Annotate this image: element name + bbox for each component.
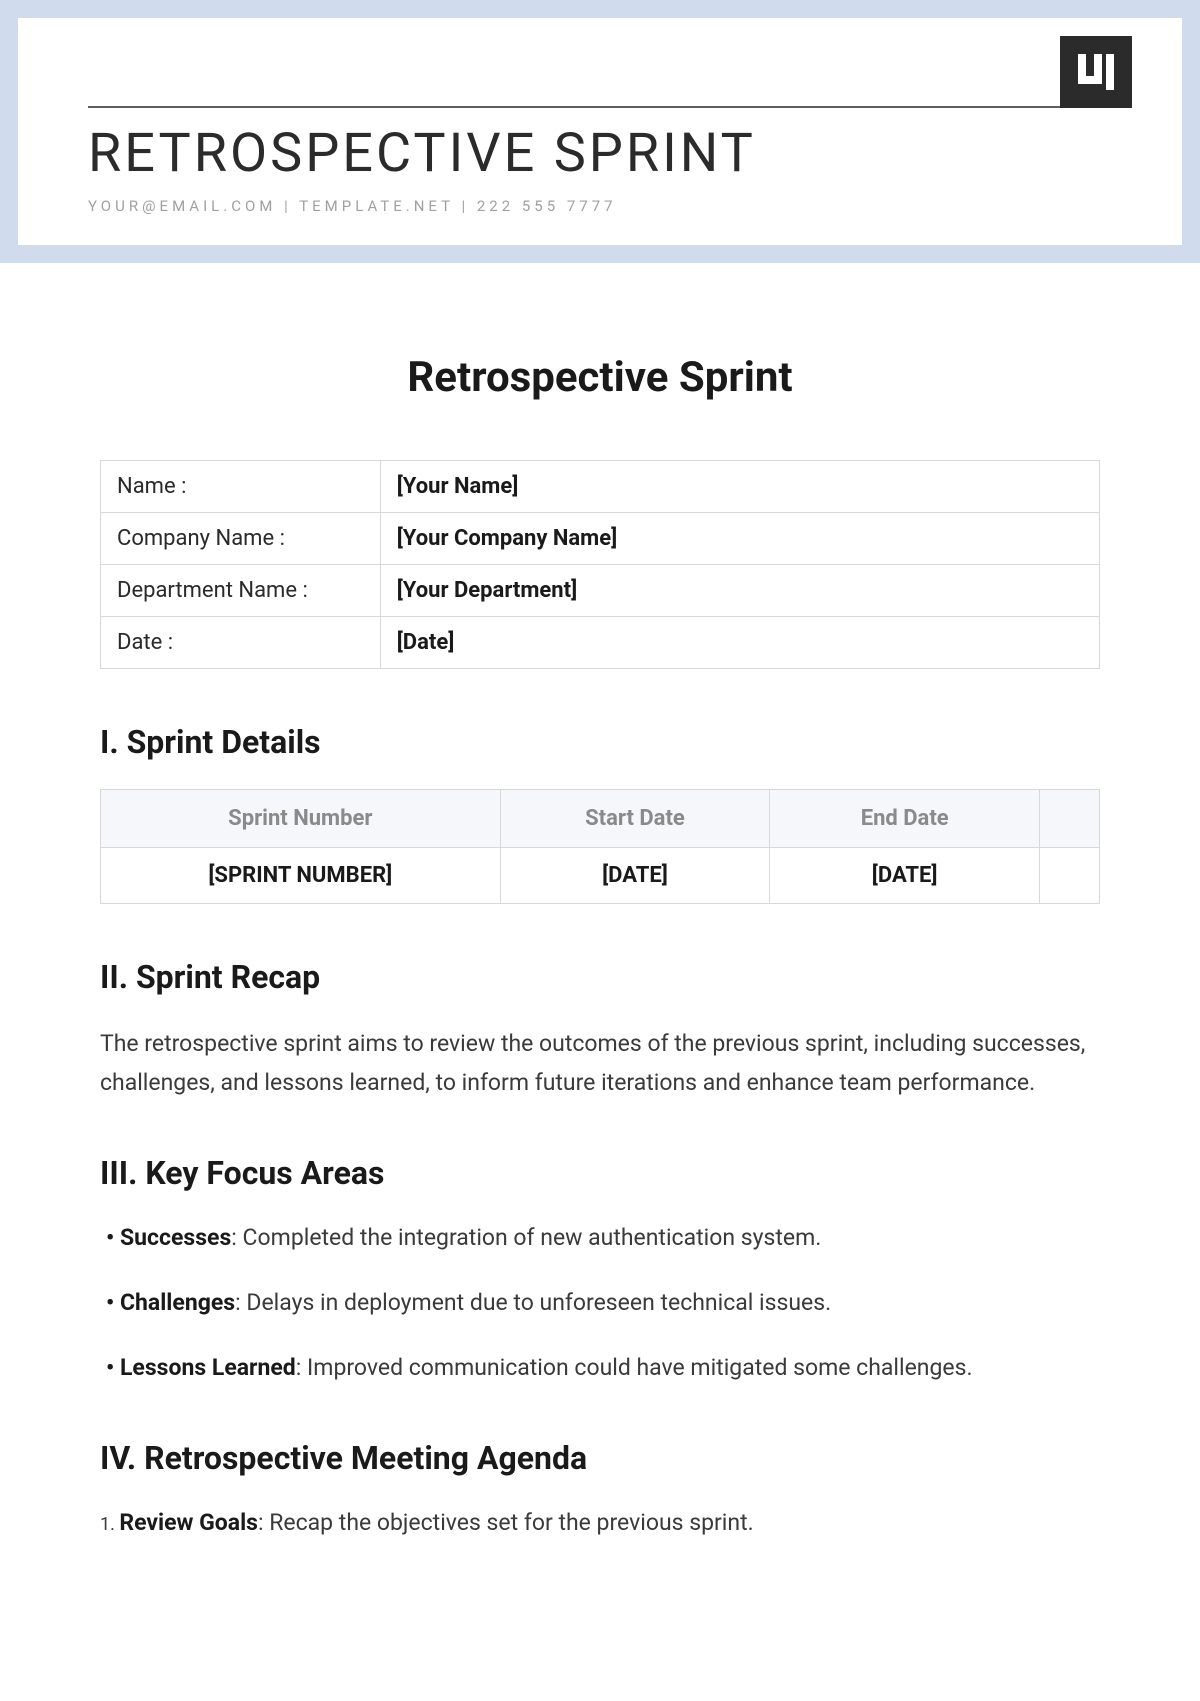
logo-icon [1060, 36, 1132, 108]
header-inner: RETROSPECTIVE SPRINT YOUR@EMAIL.COM | TE… [18, 18, 1182, 245]
list-item: Lessons Learned: Improved communication … [100, 1350, 1100, 1387]
list-item: Review Goals: Recap the objectives set f… [100, 1505, 1100, 1542]
spacer-cell [1040, 848, 1100, 904]
table-row: [SPRINT NUMBER] [DATE] [DATE] [101, 848, 1100, 904]
table-header-row: Sprint Number Start Date End Date [101, 790, 1100, 848]
info-label: Company Name : [101, 513, 381, 565]
page-title: Retrospective Sprint [100, 353, 1100, 402]
header-band: RETROSPECTIVE SPRINT YOUR@EMAIL.COM | TE… [0, 0, 1200, 263]
item-label: Review Goals [119, 1509, 258, 1536]
info-value: [Your Name] [380, 461, 1099, 513]
list-item: Challenges: Delays in deployment due to … [100, 1285, 1100, 1322]
section-heading-sprint-recap: II. Sprint Recap [100, 958, 1100, 996]
header-title: RETROSPECTIVE SPRINT [88, 122, 1132, 185]
cell-start-date: [DATE] [500, 848, 770, 904]
info-value: [Your Company Name] [380, 513, 1099, 565]
item-text: : Delays in deployment due to unforeseen… [235, 1289, 831, 1316]
table-row: Department Name : [Your Department] [101, 565, 1100, 617]
header-subtitle: YOUR@EMAIL.COM | TEMPLATE.NET | 222 555 … [88, 197, 1132, 215]
item-text: : Recap the objectives set for the previ… [258, 1509, 754, 1536]
cell-end-date: [DATE] [770, 848, 1040, 904]
table-row: Date : [Date] [101, 617, 1100, 669]
item-label: Successes [120, 1224, 231, 1251]
section-heading-agenda: IV. Retrospective Meeting Agenda [100, 1439, 1100, 1477]
table-row: Company Name : [Your Company Name] [101, 513, 1100, 565]
info-value: [Your Department] [380, 565, 1099, 617]
recap-text: The retrospective sprint aims to review … [100, 1024, 1100, 1102]
item-text: : Improved communication could have miti… [296, 1354, 973, 1381]
header-divider [88, 106, 1132, 108]
content-area: Retrospective Sprint Name : [Your Name] … [0, 263, 1200, 1541]
section-heading-sprint-details: I. Sprint Details [100, 723, 1100, 761]
section-heading-key-focus: III. Key Focus Areas [100, 1154, 1100, 1192]
info-label: Date : [101, 617, 381, 669]
key-focus-list: Successes: Completed the integration of … [100, 1220, 1100, 1386]
spacer-column [1040, 790, 1100, 848]
cell-sprint-number: [SPRINT NUMBER] [101, 848, 501, 904]
column-header: End Date [770, 790, 1040, 848]
agenda-list: Review Goals: Recap the objectives set f… [100, 1505, 1100, 1542]
item-text: : Completed the integration of new authe… [231, 1224, 821, 1251]
list-item: Successes: Completed the integration of … [100, 1220, 1100, 1257]
info-table: Name : [Your Name] Company Name : [Your … [100, 460, 1100, 669]
table-row: Name : [Your Name] [101, 461, 1100, 513]
column-header: Start Date [500, 790, 770, 848]
column-header: Sprint Number [101, 790, 501, 848]
sprint-details-table: Sprint Number Start Date End Date [SPRIN… [100, 789, 1100, 904]
info-value: [Date] [380, 617, 1099, 669]
info-label: Department Name : [101, 565, 381, 617]
item-label: Challenges [120, 1289, 235, 1316]
info-label: Name : [101, 461, 381, 513]
item-label: Lessons Learned [120, 1354, 296, 1381]
